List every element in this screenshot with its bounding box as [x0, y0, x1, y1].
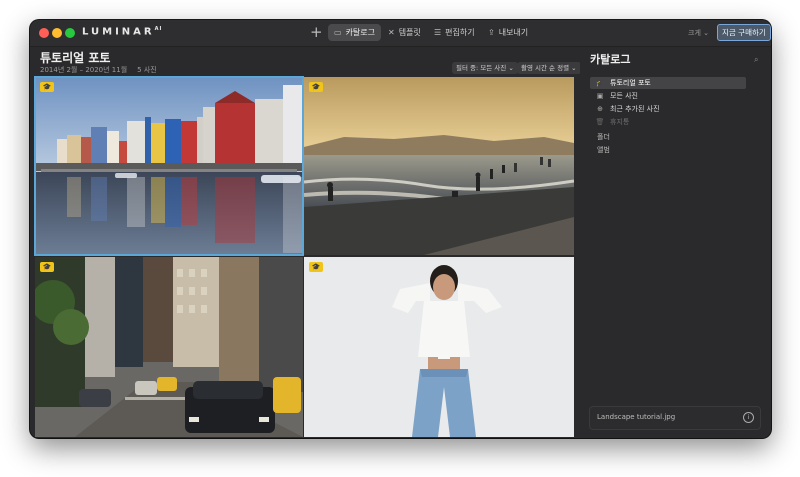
selected-filename: Landscape tutorial.jpg [597, 413, 676, 421]
sidebar-group-folders[interactable]: 폴더 [597, 132, 610, 142]
share-icon: ⇪ [488, 28, 495, 37]
template-icon: ✕ [388, 28, 395, 37]
graduation-cap-icon: 🎓 [595, 79, 605, 87]
photo-count: 5 사진 [137, 66, 157, 74]
beach-sunset-image [304, 77, 574, 255]
photo-portrait[interactable]: 🎓 [304, 257, 574, 437]
filter-dropdown[interactable]: 필터 중: 모든 사진 ⌄ [452, 62, 518, 74]
sidebar-item-all-photos[interactable]: ▣ 모든 사진 [590, 90, 746, 102]
graduation-cap-icon: 🎓 [40, 82, 54, 92]
sidebar-group-albums[interactable]: 앨범 [597, 145, 610, 155]
tab-export[interactable]: ⇪ 내보내기 [482, 24, 534, 41]
minimize-window-button[interactable] [52, 28, 62, 38]
sidebar-item-recently-added[interactable]: ⊕ 최근 추가된 사진 [590, 103, 746, 115]
thumbnail-size-dropdown[interactable]: 크게 ⌄ [688, 28, 709, 38]
catalog-main: 튜토리얼 포토 2014년 2월 – 2020년 11월 5 사진 필터 중: 모… [30, 47, 581, 438]
recent-icon: ⊕ [597, 105, 603, 113]
tab-catalog[interactable]: ▭ 카탈로그 [328, 24, 382, 41]
sidebar-title: 카탈로그 [590, 53, 631, 66]
sidebar-item-trash[interactable]: 🗑 휴지통 [590, 116, 746, 128]
buy-now-button[interactable]: 지금 구매하기 [717, 24, 771, 41]
close-window-button[interactable] [39, 28, 49, 38]
city-street-image [35, 257, 303, 437]
info-icon[interactable]: i [743, 412, 754, 423]
photo-canal-houses[interactable]: 🎓 [34, 76, 304, 256]
photos-icon: ▣ [596, 92, 604, 100]
sort-dropdown[interactable]: 촬영 시간 순 정렬 ⌄ [517, 62, 581, 74]
graduation-cap-icon: 🎓 [309, 82, 323, 92]
photo-beach-sunset[interactable]: 🎓 [304, 77, 574, 255]
date-range: 2014년 2월 – 2020년 11월 [40, 66, 128, 74]
plus-icon[interactable]: + [310, 23, 323, 41]
zoom-window-button[interactable] [65, 28, 75, 38]
graduation-cap-icon: 🎓 [309, 262, 323, 272]
photo-city-street[interactable]: 🎓 [35, 257, 303, 437]
page-title: 튜토리얼 포토 [40, 51, 111, 65]
trash-icon: 🗑 [595, 118, 605, 126]
canal-houses-image [35, 77, 303, 255]
app-logo: LUMINARAI [82, 26, 163, 38]
sidebar-item-tutorial-photos[interactable]: 🎓 튜토리얼 포토 [590, 77, 746, 89]
portrait-image [304, 257, 574, 437]
app-window: LUMINARAI + ▭ 카탈로그 ✕ 템플릿 ☰ 편집하기 ⇪ 내보내기 크게 ⌄ … [30, 20, 771, 438]
tab-templates[interactable]: ✕ 템플릿 [382, 24, 427, 41]
catalog-sidebar: 카탈로그 ⌕ 🎓 튜토리얼 포토 ▣ 모든 사진 ⊕ 최근 추가된 사진 🗑 휴지통 폴… [580, 47, 771, 438]
titlebar: LUMINARAI + ▭ 카탈로그 ✕ 템플릿 ☰ 편집하기 ⇪ 내보내기 크게 ⌄ … [30, 20, 771, 47]
tab-edit[interactable]: ☰ 편집하기 [428, 24, 481, 41]
selected-file-info: Landscape tutorial.jpg i [589, 406, 761, 430]
page-subtitle: 2014년 2월 – 2020년 11월 5 사진 [40, 65, 157, 75]
photo-grid: 🎓 🎓 🎓 🎓 [34, 76, 574, 437]
sliders-icon: ☰ [434, 28, 442, 37]
graduation-cap-icon: 🎓 [40, 262, 54, 272]
folder-icon: ▭ [334, 28, 342, 37]
search-icon[interactable]: ⌕ [754, 55, 758, 65]
